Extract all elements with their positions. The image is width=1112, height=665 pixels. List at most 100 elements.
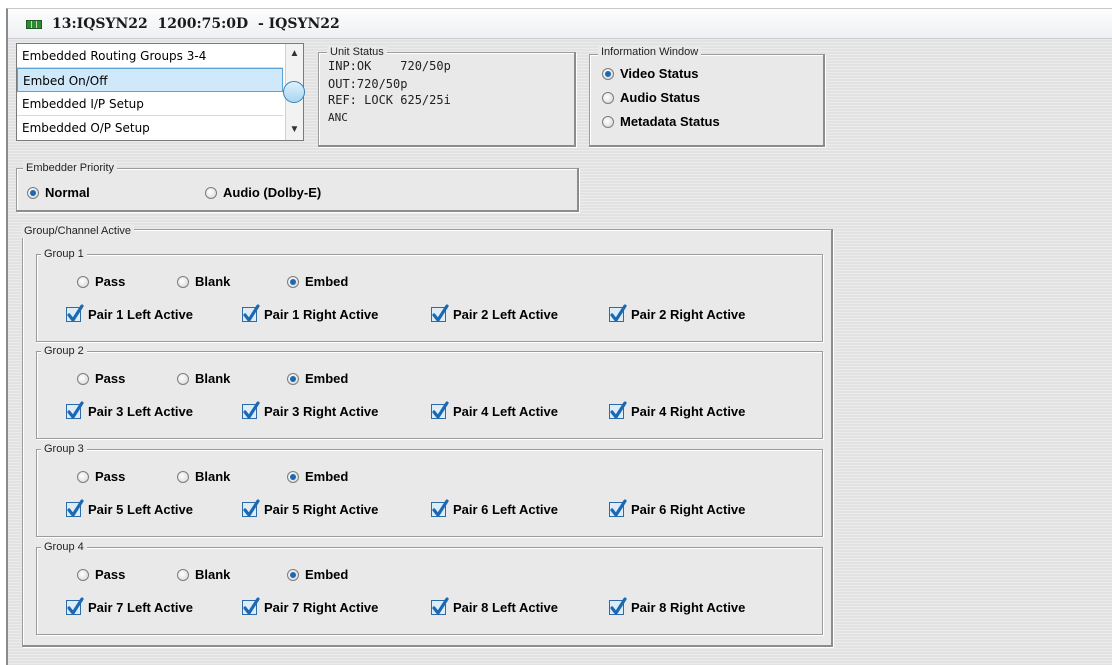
radio-indicator[interactable] xyxy=(77,275,89,288)
radio-indicator[interactable] xyxy=(177,470,189,483)
checkbox-label: Pair 4 Left Active xyxy=(453,404,559,419)
radio-group4-pass[interactable]: Pass xyxy=(77,567,125,582)
checkbox-group3-pair-1[interactable]: Pair 5 Left Active xyxy=(66,499,194,517)
checkmark-icon[interactable] xyxy=(242,304,260,322)
checkmark-icon[interactable] xyxy=(431,499,449,517)
radio-group2-blank[interactable]: Blank xyxy=(177,371,230,386)
radio-indicator[interactable] xyxy=(77,372,89,385)
checkbox-group3-pair-3[interactable]: Pair 6 Left Active xyxy=(431,499,558,517)
radio-group3-pass[interactable]: Pass xyxy=(77,469,125,484)
radio-group1-pass[interactable]: Pass xyxy=(77,274,125,289)
radio-indicator[interactable] xyxy=(287,470,299,483)
list-item-embed-on-off[interactable]: Embed On/Off xyxy=(17,68,283,92)
checkbox-group4-pair-1[interactable]: Pair 7 Left Active xyxy=(66,597,194,615)
checkmark-icon[interactable] xyxy=(609,597,627,615)
checkbox-group4-pair-4[interactable]: Pair 8 Right Active xyxy=(609,597,745,615)
checkmark-icon[interactable] xyxy=(609,401,627,419)
checkbox-group3-pair-4[interactable]: Pair 6 Right Active xyxy=(609,499,746,517)
radio-audio-status[interactable]: Audio Status xyxy=(602,90,700,105)
radio-metadata-status[interactable]: Metadata Status xyxy=(602,114,720,129)
radio-group2-embed[interactable]: Embed xyxy=(287,371,348,386)
checkbox-group1-pair-2[interactable]: Pair 1 Right Active xyxy=(242,304,378,322)
radio-group4-blank[interactable]: Blank xyxy=(177,567,230,582)
checkmark-icon[interactable] xyxy=(431,304,449,322)
checkbox-label: Pair 5 Left Active xyxy=(88,502,194,517)
checkmark-icon[interactable] xyxy=(242,597,260,615)
checkmark-icon[interactable] xyxy=(66,597,84,615)
checkmark-icon[interactable] xyxy=(66,401,84,419)
checkbox-group1-pair-3[interactable]: Pair 2 Left Active xyxy=(431,304,559,322)
checkbox-group4-pair-2[interactable]: Pair 7 Right Active xyxy=(242,597,378,615)
scroll-down-arrow-icon[interactable]: ▼ xyxy=(287,122,302,138)
radio-label: Audio Status xyxy=(620,90,701,105)
list-scrollbar[interactable]: ▲ ▼ xyxy=(283,44,305,140)
radio-label: Video Status xyxy=(620,66,699,81)
radio-indicator[interactable] xyxy=(287,372,299,385)
radio-indicator[interactable] xyxy=(602,115,614,128)
radio-label: Blank xyxy=(195,371,231,386)
radio-indicator[interactable] xyxy=(602,67,614,80)
checkbox-group2-pair-4[interactable]: Pair 4 Right Active xyxy=(609,401,745,419)
radio-group3-embed[interactable]: Embed xyxy=(287,469,348,484)
checkmark-icon[interactable] xyxy=(242,401,260,419)
checkmark-icon[interactable] xyxy=(431,401,449,419)
information-window-legend: Information Window xyxy=(598,45,702,59)
list-item-embedded-op-setup[interactable]: Embedded O/P Setup xyxy=(17,116,283,140)
radio-video-status[interactable]: Video Status xyxy=(602,66,699,81)
radio-indicator[interactable] xyxy=(177,275,189,288)
radio-indicator[interactable] xyxy=(77,568,89,581)
radio-indicator[interactable] xyxy=(287,275,299,288)
checkbox-group2-pair-3[interactable]: Pair 4 Left Active xyxy=(431,401,559,419)
radio-label: Embed xyxy=(305,469,349,484)
checkmark-icon[interactable] xyxy=(431,597,449,615)
scroll-thumb[interactable] xyxy=(283,81,305,103)
radio-group2-pass[interactable]: Pass xyxy=(77,371,125,386)
checkbox-group2-pair-2[interactable]: Pair 3 Right Active xyxy=(242,401,378,419)
radio-indicator[interactable] xyxy=(205,186,217,199)
radio-label: Pass xyxy=(95,274,126,289)
checkbox-label: Pair 5 Right Active xyxy=(264,502,379,517)
radio-group3-blank[interactable]: Blank xyxy=(177,469,230,484)
checkmark-icon[interactable] xyxy=(66,499,84,517)
list-item-embedded-routing[interactable]: Embedded Routing Groups 3-4 xyxy=(17,44,283,68)
checkbox-label: Pair 7 Left Active xyxy=(88,600,194,615)
embedder-priority-panel: Embedder Priority Normal Audio (Dolby-E) xyxy=(16,161,579,212)
group-legend: Group 4 xyxy=(41,540,87,554)
radio-label: Pass xyxy=(95,371,126,386)
checkbox-label: Pair 2 Left Active xyxy=(453,307,559,322)
radio-indicator[interactable] xyxy=(602,91,614,104)
radio-indicator[interactable] xyxy=(77,470,89,483)
window-title: 13:IQSYN22 1200:75:0D - IQSYN22 xyxy=(52,16,340,32)
radio-indicator[interactable] xyxy=(177,568,189,581)
radio-group1-blank[interactable]: Blank xyxy=(177,274,230,289)
checkmark-icon[interactable] xyxy=(66,304,84,322)
status-input-line: INP:OK 720/50p xyxy=(328,59,451,73)
checkbox-group3-pair-2[interactable]: Pair 5 Right Active xyxy=(242,499,379,517)
group-box-4: Group 4 Pass Blank Embed Pair 7 Left Active P… xyxy=(36,540,823,635)
radio-audio-dolby-e[interactable]: Audio (Dolby-E) xyxy=(205,185,321,200)
checkbox-group1-pair-4[interactable]: Pair 2 Right Active xyxy=(609,304,746,322)
radio-normal[interactable]: Normal xyxy=(27,185,90,200)
radio-indicator[interactable] xyxy=(287,568,299,581)
checkbox-label: Pair 6 Right Active xyxy=(631,502,746,517)
scroll-up-arrow-icon[interactable]: ▲ xyxy=(287,46,302,62)
checkbox-group4-pair-3[interactable]: Pair 8 Left Active xyxy=(431,597,558,615)
group-channel-active-legend: Group/Channel Active xyxy=(21,224,135,238)
checkbox-group1-pair-1[interactable]: Pair 1 Left Active xyxy=(66,304,193,322)
radio-group4-embed[interactable]: Embed xyxy=(287,567,348,582)
checkmark-icon[interactable] xyxy=(609,499,627,517)
radio-indicator[interactable] xyxy=(27,186,39,199)
checkbox-label: Pair 3 Left Active xyxy=(88,404,194,419)
group-channel-active-panel: Group/Channel Active Group 1 Pass Blank Emb… xyxy=(21,224,833,647)
menu-listbox[interactable]: Embedded Routing Groups 3-4 Embed On/Off… xyxy=(16,43,305,141)
checkbox-group2-pair-1[interactable]: Pair 3 Left Active xyxy=(66,401,194,419)
list-item-embedded-ip-setup[interactable]: Embedded I/P Setup xyxy=(17,92,283,116)
group-legend: Group 2 xyxy=(41,344,87,358)
radio-indicator[interactable] xyxy=(177,372,189,385)
checkmark-icon[interactable] xyxy=(609,304,627,322)
unit-status-legend: Unit Status xyxy=(327,45,387,59)
radio-group1-embed[interactable]: Embed xyxy=(287,274,348,289)
checkmark-icon[interactable] xyxy=(242,499,260,517)
checkbox-label: Pair 2 Right Active xyxy=(631,307,746,322)
group-box-2: Group 2 Pass Blank Embed Pair 3 Left Active P… xyxy=(36,344,823,439)
